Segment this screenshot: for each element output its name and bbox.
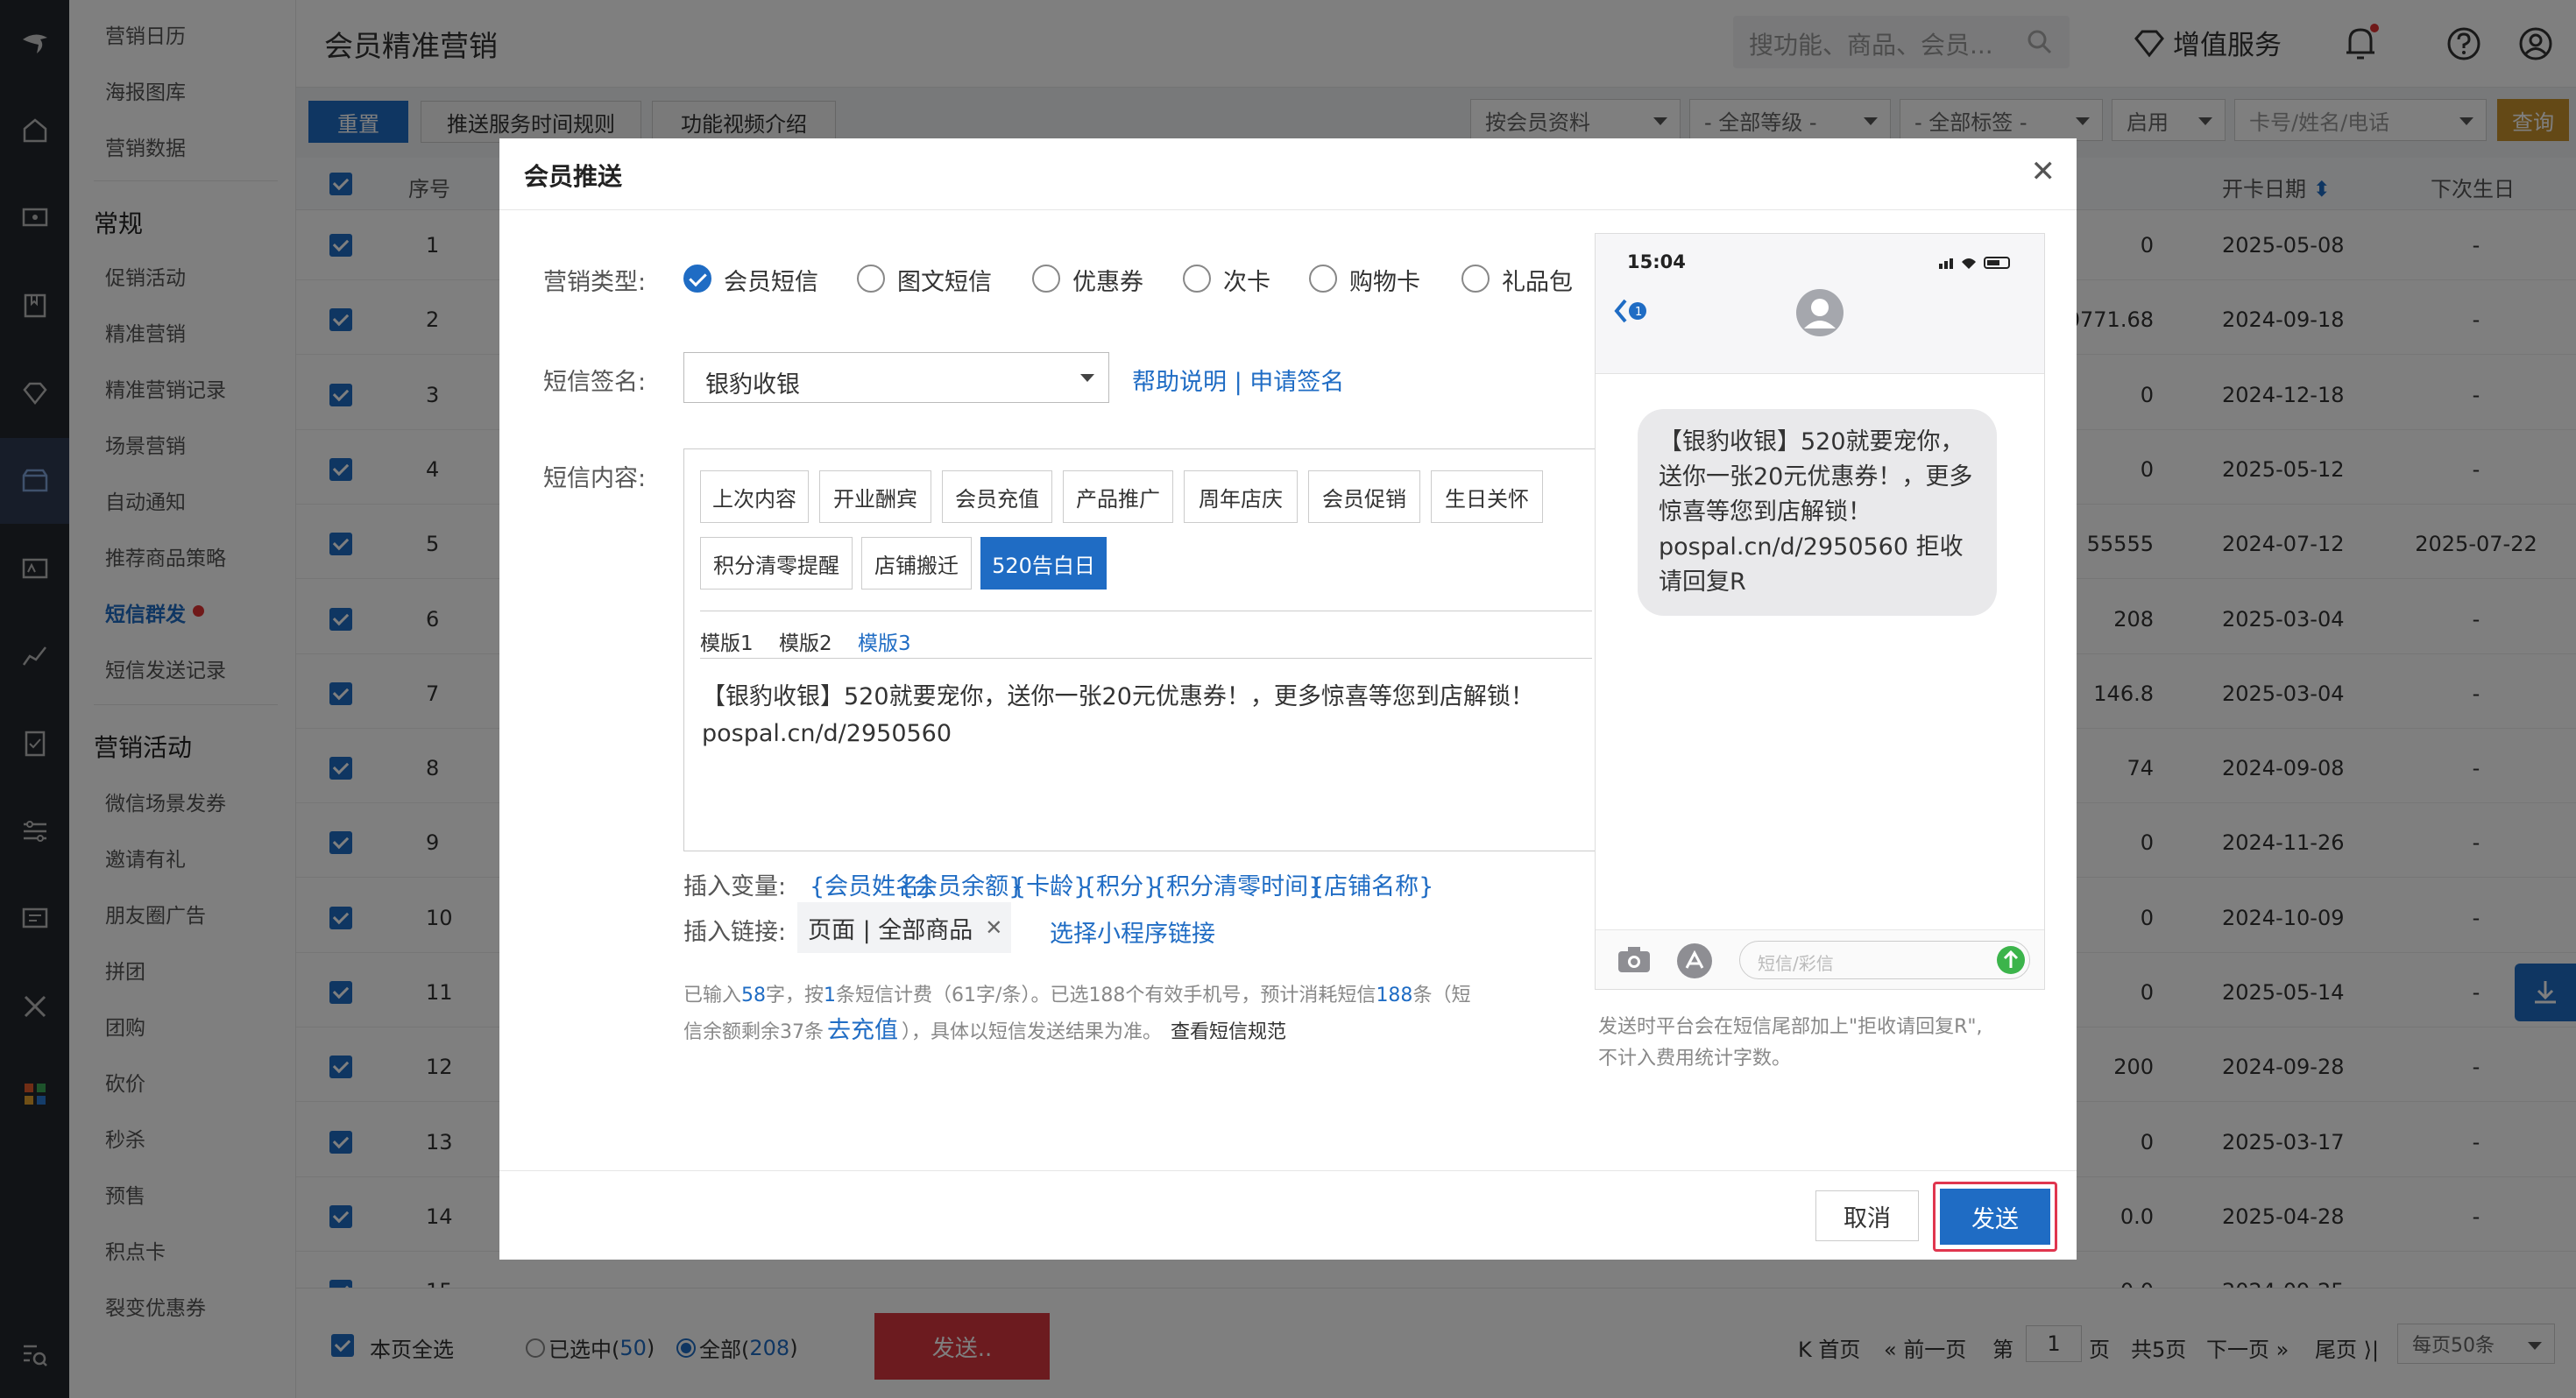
insert-variable-label: 插入变量: [683,873,787,900]
mini-program-link[interactable]: 选择小程序链接 [1050,914,1215,949]
template-tag[interactable]: 周年店庆 [1184,470,1298,523]
recharge-link[interactable]: 去充值 [827,1017,898,1044]
send-button[interactable]: 发送 [1940,1189,2050,1245]
info-text: 条（短 [1412,985,1471,1006]
sms-preview-bubble: 【银豹收银】520就要宠你，送你一张20元优惠券！，更多惊喜等您到店解锁！ po… [1638,409,1997,616]
sms-spec-link[interactable]: 查看短信规范 [1171,1021,1286,1043]
template-tag[interactable]: 上次内容 [700,470,809,523]
divider [700,658,1592,659]
template-tag[interactable]: 会员充值 [942,470,1052,523]
template-tag[interactable]: 会员促销 [1308,470,1420,523]
phone-input-placeholder: 短信/彩信 [1758,953,1834,974]
template-tag[interactable]: 店铺搬迁 [861,537,972,590]
type-radio-label[interactable]: 会员短信 [724,263,818,297]
phone-header: 15:04 1 [1596,234,2044,374]
cancel-button[interactable]: 取消 [1815,1190,1919,1241]
phone-preview: 15:04 1 【银豹收银】520就要宠你，送你一张20元优惠券！，更多惊喜等您… [1595,233,2045,990]
close-icon[interactable]: ✕ [2031,154,2056,189]
type-radio-5[interactable] [1309,265,1337,293]
type-radio-label[interactable]: 礼品包 [1502,263,1573,297]
billing-info-line1: 已输入58字，按1条短信计费（61字/条）。已选188个有效手机号，预计消耗短信… [683,979,1470,1007]
char-count: 58 [741,985,767,1006]
back-icon[interactable]: 1 [1613,295,1653,327]
template-tag[interactable]: 产品推广 [1063,470,1173,523]
template-tab[interactable]: 模版1 [700,626,754,656]
insert-variable[interactable]: {积分清零时间} [1151,867,1323,901]
modal-header: 会员推送 ✕ [499,138,2077,210]
sms-signature-label: 短信签名: [543,369,647,396]
sms-signature-value: 银豹收银 [705,371,800,399]
contact-avatar-icon [1796,289,1844,336]
phone-message-input[interactable]: 短信/彩信 [1739,941,2030,979]
info-text: 信余额剩余37条 [683,1021,824,1043]
type-radio-4[interactable] [1183,265,1211,293]
app-store-icon[interactable] [1676,943,1713,979]
link-chip: 页面 | 全部商品 ✕ [797,902,1011,953]
info-text: ），具体以短信发送结果为准。 [902,1021,1163,1043]
info-text: 已输入 [683,985,742,1006]
template-tag[interactable]: 生日关怀 [1431,470,1543,523]
billing-info-line2: 信余额剩余37条 去充值 ），具体以短信发送结果为准。 查看短信规范 [683,1011,1286,1045]
phone-note-line2: 不计入费用统计字数。 [1598,1048,1792,1070]
type-radio-label[interactable]: 优惠券 [1072,263,1143,297]
close-icon[interactable]: ✕ [985,915,1002,940]
template-tag[interactable]: 520告白日 [980,537,1107,590]
insert-variable[interactable]: {积分} [1081,867,1158,901]
insert-variable[interactable]: {店铺名称} [1309,867,1433,901]
type-radio-label[interactable]: 次卡 [1223,263,1270,297]
marketing-type-label: 营销类型: [543,269,647,296]
template-tab[interactable]: 模版2 [779,626,832,656]
modal-title: 会员推送 [524,162,623,191]
modal-footer: 取消 发送 [499,1170,2077,1260]
sms-content-box: 上次内容 开业酬宾 会员充值 产品推广 周年店庆 会员促销 生日关怀积分清零提醒 店铺搬迁 52… [683,448,1607,851]
template-tab[interactable]: 模版3 [858,626,911,656]
insert-variable[interactable]: {会员余额} [899,867,1023,901]
type-radio-2[interactable] [857,265,885,293]
insert-link-label: 插入链接: [683,919,787,946]
link-chip-label: 页面 | 全部商品 [808,916,973,944]
insert-variable[interactable]: {卡龄} [1011,867,1088,901]
type-radio-label[interactable]: 图文短信 [897,263,992,297]
sms-count: 1 [824,985,837,1006]
member-push-modal: 会员推送 ✕ 营销类型: 会员短信 图文短信 优惠券 次卡 购物卡 礼品包 短信签名: 银… [499,138,2077,1260]
sms-text-area[interactable]: 【银豹收银】520就要宠你，送你一张20元优惠券！，更多惊喜等您到店解锁！ po… [702,679,1587,752]
phone-note-line1: 发送时平台会在短信尾部加上"拒收请回复R", [1598,1016,1983,1038]
template-tag[interactable]: 积分清零提醒 [700,537,853,590]
info-text: 条短信计费（61字/条）。已选188个有效手机号，预计消耗短信 [836,985,1376,1006]
type-radio-label[interactable]: 购物卡 [1349,263,1420,297]
type-radio-3[interactable] [1032,265,1060,293]
camera-icon[interactable] [1617,944,1652,976]
sms-content-label: 短信内容: [543,465,647,492]
sms-signature-select[interactable]: 银豹收银 [683,352,1109,403]
info-text: 字，按 [766,985,824,1006]
type-radio-1[interactable] [683,265,711,293]
status-icons [1939,257,2010,269]
send-arrow-icon[interactable] [1996,945,2026,975]
svg-text:1: 1 [1635,306,1642,319]
phone-time: 15:04 [1627,251,1686,272]
help-signature-link[interactable]: 帮助说明 | 申请签名 [1132,363,1344,397]
estimated-count: 188 [1376,985,1413,1006]
phone-input-bar: 短信/彩信 [1596,929,2044,989]
template-tag[interactable]: 开业酬宾 [819,470,931,523]
type-radio-6[interactable] [1461,265,1490,293]
